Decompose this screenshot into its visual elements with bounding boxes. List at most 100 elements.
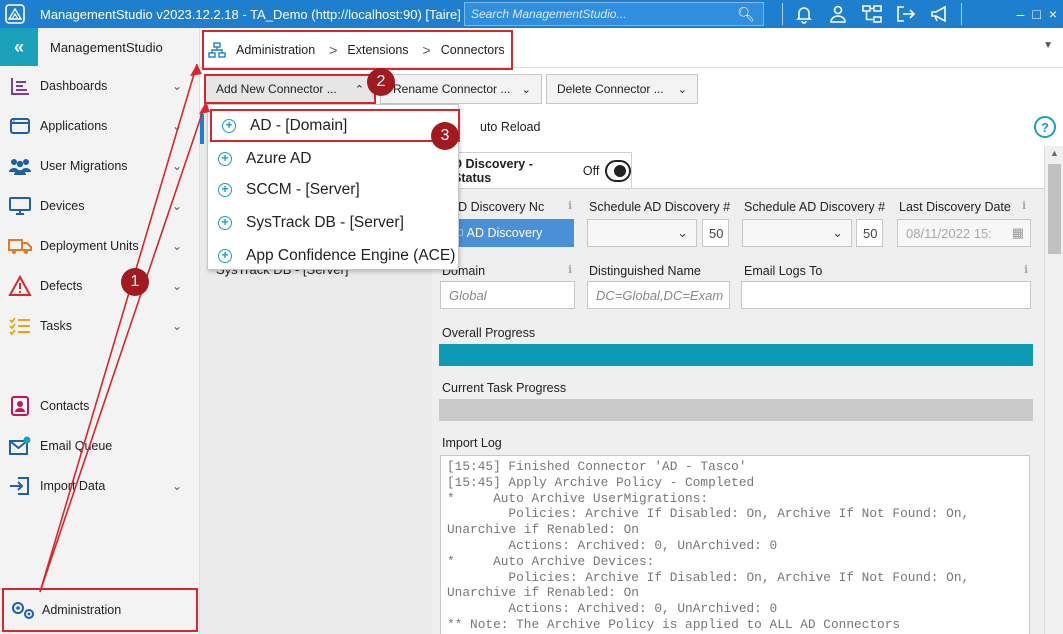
overall-progress-label: Overall Progress [442, 326, 536, 340]
last-discovery-field[interactable]: 08/11/2022 15: ▦ [897, 219, 1031, 247]
sidebar-item-label: Deployment Units [40, 239, 139, 253]
breadcrumb-item-administration[interactable]: Administration [236, 43, 315, 57]
log-line: Actions: Archived: 0, UnArchived: 0 [447, 537, 778, 553]
menu-item-ad-domain[interactable]: + AD - [Domain] [210, 109, 460, 142]
sidebar-item-label: User Migrations [40, 159, 128, 173]
schedule-interval-input[interactable]: 50 [702, 219, 729, 247]
info-icon: ℹ [1022, 200, 1027, 212]
breadcrumb: Administration > Extensions > Connectors [202, 30, 513, 70]
menu-item-sccm[interactable]: + SCCM - [Server] [208, 173, 458, 206]
chevron-down-icon[interactable]: ⌄ [172, 79, 182, 93]
calendar-icon[interactable]: ▦ [1012, 225, 1024, 241]
sidebar-item-email-queue[interactable]: Email Queue [0, 426, 200, 466]
divider [782, 3, 783, 25]
search-input[interactable] [465, 7, 725, 21]
sidebar-item-applications[interactable]: Applications ⌄ [0, 106, 200, 146]
add-circle-icon: + [222, 118, 236, 133]
dashboard-icon [0, 76, 40, 96]
log-line: [15:45] Finished Connector 'AD - Tasco' [447, 459, 747, 474]
rename-connector-button[interactable]: Rename Connector ... ⌄ [380, 74, 542, 104]
sidebar-item-tasks[interactable]: Tasks ⌄ [0, 306, 200, 346]
search-icon[interactable]: 🔍︎ [737, 6, 755, 23]
vertical-scrollbar[interactable]: ▲ [1044, 146, 1063, 634]
menu-item-label: App Confidence Engine (ACE) [246, 246, 456, 264]
toggle-state-label: Off [582, 163, 600, 178]
menu-item-systrack-db[interactable]: + SysTrack DB - [Server] [208, 206, 458, 239]
auto-reload-toggle[interactable]: uto Reload [480, 120, 540, 134]
org-chart-icon[interactable] [855, 0, 889, 28]
chevron-down-icon: ⌄ [521, 83, 531, 96]
log-line: * Auto Archive UserMigrations: [447, 490, 709, 506]
selection-indicator [200, 114, 204, 144]
scrollbar-thumb[interactable] [1048, 164, 1061, 254]
sidebar-item-deployment-units[interactable]: Deployment Units ⌄ [0, 226, 200, 266]
menu-item-azure-ad[interactable]: + Azure AD [208, 142, 458, 175]
log-line: Unarchive if Renabled: On [447, 522, 639, 538]
chevron-right-icon: > [422, 42, 431, 58]
chevron-down-icon[interactable]: ⌄ [172, 239, 182, 253]
sidebar-item-import-data[interactable]: Import Data ⌄ [0, 466, 200, 506]
schedule-interval-input[interactable]: 50 [856, 219, 883, 247]
menu-item-ace[interactable]: + App Confidence Engine (ACE) [208, 239, 458, 272]
distinguished-name-field[interactable]: DC=Global,DC=Exam [587, 281, 730, 309]
domain-field[interactable]: Global [440, 281, 575, 309]
sidebar-item-dashboards[interactable]: Dashboards ⌄ [0, 66, 200, 106]
sidebar-item-user-migrations[interactable]: User Migrations ⌄ [0, 146, 200, 186]
chevron-down-icon[interactable]: ⌄ [172, 279, 182, 293]
logout-icon[interactable] [889, 0, 923, 28]
global-search[interactable]: 🔍︎ [464, 2, 764, 26]
chevron-down-icon[interactable]: ⌄ [172, 159, 182, 173]
add-connector-button[interactable]: Add New Connector ... ⌃ [204, 74, 376, 104]
sidebar-item-label: Administration [42, 603, 122, 617]
sidebar-item-defects[interactable]: Defects ⌄ [0, 266, 200, 306]
sidebar-item-label: Devices [40, 199, 85, 213]
breadcrumb-item-extensions[interactable]: Extensions [347, 43, 408, 57]
chevron-down-icon: ⌄ [677, 225, 688, 240]
caret-down-icon[interactable]: ▼ [1043, 40, 1053, 51]
scroll-up-icon[interactable]: ▲ [1050, 148, 1059, 158]
chevron-right-icon: > [329, 42, 338, 58]
delete-connector-label: Delete Connector ... [557, 82, 664, 96]
import-icon [0, 475, 40, 497]
breadcrumb-item-connectors[interactable]: Connectors [441, 43, 505, 57]
tab-ad-discovery-status[interactable]: D Discovery - Status Off [440, 152, 632, 188]
last-discovery-label: Last Discovery Date [899, 200, 1011, 214]
email-logs-label: Email Logs To [744, 264, 823, 278]
run-discovery-label: n AD Discovery Nc [440, 200, 545, 214]
task-progress-bar [439, 399, 1033, 421]
annotation-badge: 1 [121, 268, 149, 296]
import-log[interactable]: [15:45] Finished Connector 'AD - Tasco' … [440, 455, 1030, 634]
close-button[interactable]: × [1049, 6, 1057, 22]
chevron-down-icon[interactable]: ⌄ [172, 479, 182, 493]
sidebar-item-devices[interactable]: Devices ⌄ [0, 186, 200, 226]
log-line: [15:45] Apply Archive Policy - Completed [447, 474, 755, 490]
schedule-select[interactable]: ⌄ [742, 219, 852, 247]
run-ad-discovery-button[interactable]: □ AD Discovery [440, 219, 574, 247]
warning-icon [0, 275, 40, 297]
log-line: Policies: Archive If Disabled: On, Archi… [447, 569, 970, 585]
schedule-label: Schedule AD Discovery # [589, 200, 731, 214]
delete-connector-button[interactable]: Delete Connector ... ⌄ [546, 74, 698, 104]
sidebar-item-contacts[interactable]: Contacts [0, 386, 200, 426]
maximize-button[interactable]: □ [1032, 6, 1040, 22]
sidebar: « ManagementStudio Dashboards ⌄ Applicat… [0, 28, 200, 634]
collapse-sidebar-button[interactable]: « [0, 28, 38, 66]
minimize-button[interactable]: – [1017, 6, 1025, 22]
log-line: Policies: Archive If Disabled: On, Archi… [447, 506, 970, 522]
help-icon[interactable]: ? [1034, 116, 1056, 138]
chevron-down-icon[interactable]: ⌄ [172, 119, 182, 133]
chevron-down-icon[interactable]: ⌄ [172, 199, 182, 213]
task-progress-label: Current Task Progress [442, 381, 567, 395]
email-logs-field[interactable] [741, 281, 1031, 309]
overall-progress-bar [439, 344, 1033, 366]
window-title: ManagementStudio v2023.12.2.18 - TA_Demo… [40, 6, 461, 22]
sidebar-item-label: Contacts [40, 399, 90, 413]
user-profile-icon[interactable] [821, 0, 855, 28]
announcement-icon[interactable] [923, 0, 957, 28]
notification-bell-icon[interactable] [787, 0, 821, 28]
chevron-down-icon[interactable]: ⌄ [172, 319, 182, 333]
menu-item-label: SysTrack DB - [Server] [246, 213, 404, 231]
schedule-select[interactable]: ⌄ [587, 219, 697, 247]
status-toggle[interactable] [605, 159, 631, 182]
sidebar-item-administration[interactable]: Administration [2, 588, 198, 632]
